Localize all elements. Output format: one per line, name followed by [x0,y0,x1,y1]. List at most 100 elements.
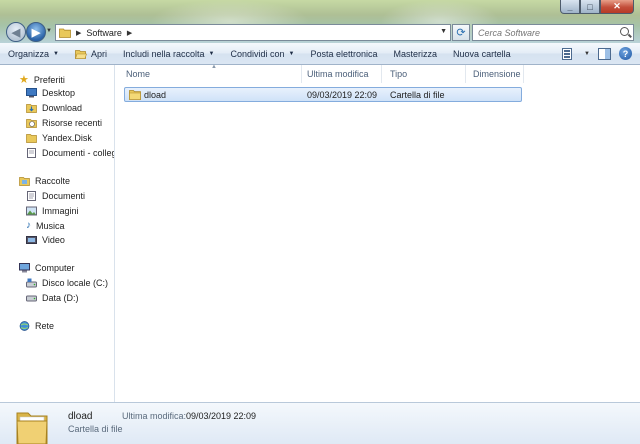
preview-pane-icon[interactable] [598,47,611,60]
refresh-button[interactable]: ⟳ [452,24,470,41]
column-header-size[interactable]: Dimensione [466,65,524,83]
include-in-library-button[interactable]: Includi nella raccolta ▼ [123,49,215,59]
sidebar-item-documents[interactable]: Documenti [26,191,85,201]
folder-icon [59,28,71,38]
maximize-button[interactable]: □ [580,0,600,14]
sidebar-libraries[interactable]: Raccolte [19,176,70,186]
documents-icon [27,191,36,201]
sidebar-item-label: Desktop [42,88,76,98]
computer-icon [19,263,30,273]
breadcrumb-software[interactable]: Software [86,28,122,38]
open-button[interactable]: Apri [75,49,107,59]
burn-label: Masterizza [393,48,438,59]
sidebar-item-video[interactable]: Video [26,235,65,245]
sidebar-favorites[interactable]: ★ Preferiti [19,73,65,86]
email-button[interactable]: Posta elettronica [310,49,377,59]
chevron-down-icon: ▼ [53,50,59,57]
sidebar-network-label: Rete [35,321,55,331]
sidebar-item-desktop[interactable]: Desktop [26,88,75,98]
sidebar-item-download[interactable]: Download [26,103,82,113]
organize-label: Organizza [8,48,50,59]
sidebar-item-documents-link[interactable]: Documenti - collega [26,148,115,158]
refresh-icon: ⟳ [456,27,466,39]
pictures-icon [26,206,37,216]
details-type: Cartella di file [68,424,123,434]
sidebar-item-label: Documenti - collega [42,148,115,158]
table-row[interactable]: dload 09/03/2019 22:09 Cartella di file [124,87,522,102]
sidebar-item-drive-d[interactable]: Data (D:) [26,293,79,303]
sidebar-item-label: Disco locale (C:) [42,278,109,288]
column-header-name[interactable]: Nome [116,65,302,83]
forward-arrow-icon: ▶ [31,26,41,39]
sidebar-item-pictures[interactable]: Immagini [26,206,79,216]
large-folder-icon [16,412,48,444]
music-icon: ♪ [26,220,31,231]
details-pane: dload Cartella di file Ultima modifica: … [0,402,640,444]
sidebar-item-label: Musica [36,220,65,231]
sidebar-network[interactable]: Rete [19,321,54,331]
sidebar-libraries-label: Raccolte [35,176,71,186]
column-header-modified[interactable]: Ultima modifica [298,65,382,83]
sidebar-item-recent[interactable]: Risorse recenti [26,118,102,128]
breadcrumb-separator-icon[interactable]: ▶ [127,29,132,37]
search-icon [620,27,629,36]
sidebar-item-yandex-disk[interactable]: Yandex.Disk [26,133,92,143]
include-label: Includi nella raccolta [123,48,205,59]
email-label: Posta elettronica [310,48,378,59]
system-drive-icon [26,278,37,288]
search-input[interactable] [478,27,618,38]
chevron-down-icon: ▼ [288,50,295,57]
file-list: ▲ Nome Ultima modifica Tipo Dimensione d… [116,64,640,402]
new-folder-label: Nuova cartella [453,48,511,59]
video-icon [26,236,37,244]
close-button[interactable]: ✕ [600,0,634,14]
libraries-icon [19,177,30,186]
new-folder-button[interactable]: Nuova cartella [453,49,511,59]
sidebar-item-label: Data (D:) [42,293,79,303]
back-arrow-icon: ◀ [11,26,21,39]
view-options-icon[interactable] [562,47,576,60]
burn-button[interactable]: Masterizza [394,49,438,59]
folder-icon [129,90,141,100]
file-type: Cartella di file [390,90,445,100]
sidebar-item-music[interactable]: ♪ Musica [26,220,65,231]
forward-button[interactable]: ▶ [26,22,46,42]
details-name: dload [68,411,93,422]
sidebar-computer[interactable]: Computer [19,263,75,273]
window-titlebar: _ □ ✕ ◀ ▶ ▼ ▶ Software ▶ ▼ ⟳ [0,0,640,43]
sidebar-item-label: Download [42,103,83,113]
open-folder-icon [75,49,87,59]
sidebar-item-label: Video [42,235,65,245]
help-icon[interactable]: ? [619,47,632,60]
file-modified: 09/03/2019 22:09 [307,90,378,100]
breadcrumb-separator-icon[interactable]: ▶ [76,29,81,37]
sidebar-item-label: Risorse recenti [42,118,103,128]
sidebar-item-label: Documenti [42,191,86,201]
sidebar-item-label: Immagini [42,206,79,216]
open-label: Apri [90,48,107,59]
minimize-button[interactable]: _ [560,0,580,14]
address-history-dropdown-icon[interactable]: ▼ [440,28,447,35]
address-bar[interactable]: ▶ Software ▶ ▼ [55,24,451,41]
column-header-label: Dimensione [473,69,521,79]
details-modified-label: Ultima modifica: [122,411,187,421]
recent-pages-dropdown-icon[interactable]: ▼ [46,28,52,34]
share-with-button[interactable]: Condividi con ▼ [231,49,295,59]
back-button[interactable]: ◀ [6,22,26,42]
column-header-type[interactable]: Tipo [382,65,466,83]
details-modified-value: 09/03/2019 22:09 [186,411,257,421]
recent-places-icon [26,119,37,128]
document-shortcut-icon [27,148,36,158]
search-box[interactable] [472,24,634,41]
file-name: dload [144,90,167,100]
sidebar-item-drive-c[interactable]: Disco locale (C:) [26,278,108,288]
drive-icon [26,295,37,302]
share-label: Condividi con [230,48,285,59]
sidebar-computer-label: Computer [35,263,75,273]
network-icon [19,321,30,331]
sidebar-favorites-label: Preferiti [33,74,65,85]
organize-button[interactable]: Organizza ▼ [8,49,59,59]
chevron-down-icon: ▼ [208,50,215,57]
view-dropdown-icon[interactable]: ▼ [584,51,590,57]
navigation-pane: ★ Preferiti Desktop Download Risorse rec… [0,65,115,402]
